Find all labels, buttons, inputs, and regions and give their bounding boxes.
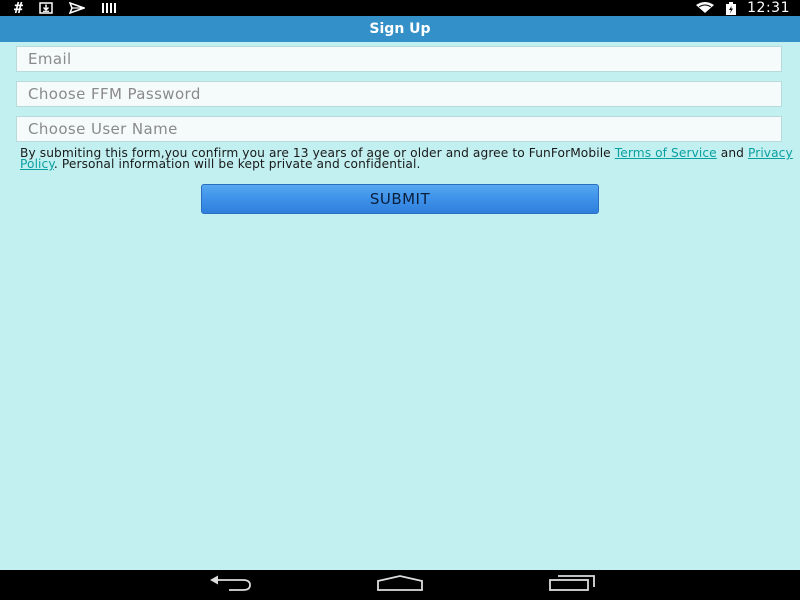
barcode-icon xyxy=(101,2,117,14)
terms-of-service-link[interactable]: Terms of Service xyxy=(615,146,717,160)
recents-button[interactable] xyxy=(542,575,602,595)
back-icon xyxy=(207,575,253,595)
battery-icon xyxy=(725,1,737,15)
disclaimer-text-middle: and xyxy=(716,146,748,160)
send-icon xyxy=(69,2,86,14)
home-button[interactable] xyxy=(370,575,430,595)
sign-up-screen: # 12:31 Sign Up Email Choose FFM Passwor… xyxy=(0,0,800,600)
wifi-icon xyxy=(695,2,715,14)
navigation-bar xyxy=(0,570,800,600)
home-icon xyxy=(376,575,424,595)
disclaimer-text-after: . Personal information will be kept priv… xyxy=(53,157,421,171)
system-icons: 12:31 xyxy=(695,0,790,16)
recents-icon xyxy=(548,575,596,595)
back-button[interactable] xyxy=(200,575,260,595)
password-field[interactable] xyxy=(16,81,782,107)
status-bar: # 12:31 xyxy=(0,0,800,16)
hash-icon: # xyxy=(14,0,24,17)
download-icon xyxy=(39,2,53,14)
clock: 12:31 xyxy=(747,0,790,16)
notification-icons: # xyxy=(14,0,117,16)
submit-button[interactable]: SUBMIT xyxy=(201,184,599,214)
email-field[interactable] xyxy=(16,46,782,72)
username-field[interactable] xyxy=(16,116,782,142)
page-title: Sign Up xyxy=(0,16,800,42)
terms-disclaimer: By submiting this form,you confirm you a… xyxy=(20,146,798,171)
